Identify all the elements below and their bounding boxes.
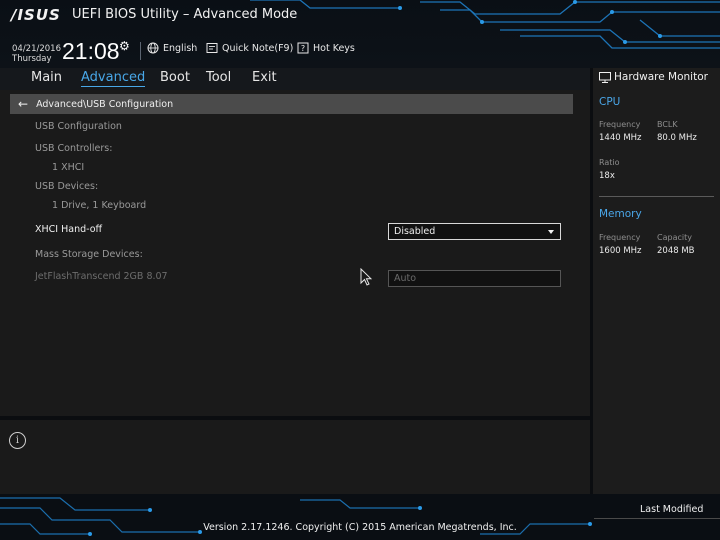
date-text: 04/21/2016	[12, 44, 61, 54]
breadcrumb-path: Advanced\USB Configuration	[36, 98, 174, 110]
hardware-monitor-title: Hardware Monitor	[599, 71, 708, 83]
back-arrow-icon[interactable]: ←	[18, 98, 28, 110]
usb-drive-emulation-value: Auto	[394, 273, 417, 284]
usb-devices-value: 1 Drive, 1 Keyboard	[52, 200, 147, 211]
footer-divider	[594, 518, 720, 519]
usb-controllers-value: 1 XHCI	[52, 162, 85, 173]
language-button[interactable]: English	[147, 42, 197, 54]
breadcrumb[interactable]: ← Advanced\USB Configuration	[10, 94, 573, 114]
footer-circuit-decoration	[0, 497, 592, 536]
tab-exit[interactable]: Exit	[252, 70, 277, 85]
help-question-icon: ?	[297, 42, 309, 54]
usb-devices-label: USB Devices:	[35, 181, 99, 192]
date-display: 04/21/2016 Thursday	[12, 44, 61, 64]
usb-config-heading: USB Configuration	[35, 121, 122, 132]
svg-text:?: ?	[301, 44, 305, 53]
bclk-label: BCLK	[657, 120, 678, 129]
xhci-handoff-select[interactable]: Disabled	[388, 223, 561, 240]
language-label: English	[163, 42, 198, 54]
cpu-heading: CPU	[599, 96, 621, 108]
footer-bar: Last Modified Version 2.17.1246. Copyrig…	[0, 494, 720, 540]
hardware-monitor-label: Hardware Monitor	[614, 71, 708, 83]
cpu-frequency-value: 1440 MHz	[599, 133, 642, 143]
last-modified-button[interactable]: Last Modified	[640, 504, 703, 515]
hot-keys-label: Hot Keys	[313, 42, 355, 54]
xhci-handoff-value: Disabled	[394, 226, 436, 237]
bclk-value: 80.0 MHz	[657, 133, 697, 143]
app-title: UEFI BIOS Utility – Advanced Mode	[72, 7, 298, 22]
tab-tool[interactable]: Tool	[206, 70, 231, 85]
ratio-value: 18x	[599, 171, 615, 181]
memory-frequency-label: Frequency	[599, 233, 641, 242]
memory-heading: Memory	[599, 208, 642, 220]
mouse-pointer-icon	[360, 268, 372, 286]
memory-capacity-label: Capacity	[657, 233, 692, 242]
monitor-icon	[599, 71, 611, 83]
weekday-text: Thursday	[12, 54, 52, 64]
ratio-label: Ratio	[599, 158, 620, 167]
asus-logo: /ISUS	[11, 6, 61, 24]
header-divider	[140, 42, 141, 60]
clock-time: 21:08	[62, 38, 120, 64]
usb-drive-label: JetFlashTranscend 2GB 8.07	[35, 271, 168, 282]
help-description-panel: i	[0, 420, 590, 494]
dropdown-caret-icon	[548, 230, 554, 234]
mass-storage-label: Mass Storage Devices:	[35, 249, 143, 260]
main-menu-tabs: Main Advanced Boot Tool Exit	[0, 68, 590, 90]
usb-controllers-label: USB Controllers:	[35, 143, 113, 154]
note-icon	[206, 43, 218, 53]
version-text: Version 2.17.1246. Copyright (C) 2015 Am…	[203, 522, 517, 533]
hardware-monitor-panel: Hardware Monitor CPU Frequency 1440 MHz …	[593, 68, 720, 494]
cpu-frequency-label: Frequency	[599, 120, 641, 129]
memory-frequency-value: 1600 MHz	[599, 246, 642, 256]
header-bar: /ISUS UEFI BIOS Utility – Advanced Mode …	[0, 0, 720, 68]
hw-divider	[599, 196, 714, 197]
tab-main[interactable]: Main	[31, 70, 62, 85]
info-icon: i	[9, 432, 26, 449]
tab-boot[interactable]: Boot	[160, 70, 190, 85]
settings-panel: ← Advanced\USB Configuration USB Configu…	[0, 90, 590, 416]
globe-icon	[147, 42, 159, 54]
quick-note-label: Quick Note(F9)	[222, 42, 294, 54]
xhci-handoff-label[interactable]: XHCI Hand-off	[35, 224, 102, 235]
tab-advanced[interactable]: Advanced	[81, 70, 146, 87]
hot-keys-button[interactable]: ? Hot Keys	[297, 42, 355, 54]
quick-note-button[interactable]: Quick Note(F9)	[206, 42, 293, 54]
memory-capacity-value: 2048 MB	[657, 246, 695, 256]
usb-drive-emulation-select: Auto	[388, 270, 561, 287]
settings-gear-icon[interactable]: ⚙	[119, 39, 130, 53]
